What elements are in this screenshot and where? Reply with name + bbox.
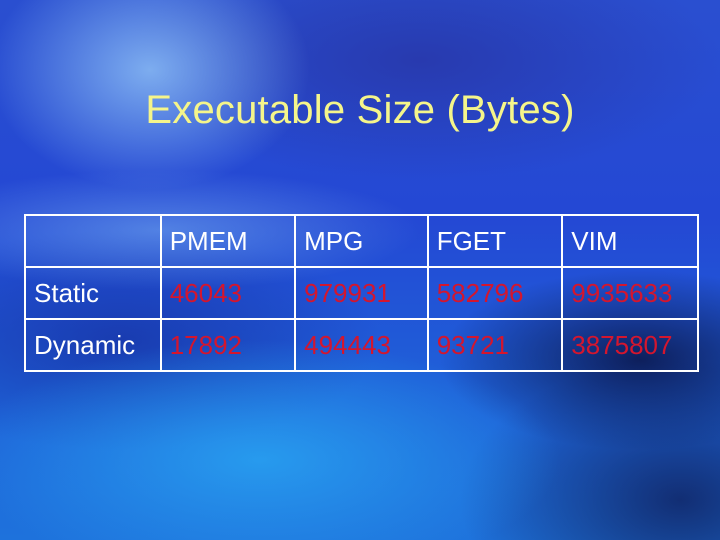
row-header-dynamic: Dynamic — [24, 318, 162, 372]
column-header-vim: VIM — [561, 214, 699, 268]
column-header-mpg: MPG — [294, 214, 429, 268]
cell-dynamic-fget: 93721 — [426, 318, 564, 372]
column-header-pmem: PMEM — [159, 214, 297, 268]
cell-static-mpg: 979931 — [294, 266, 429, 320]
cell-static-vim: 9935633 — [561, 266, 699, 320]
slide-title: Executable Size (Bytes) — [145, 88, 575, 132]
cell-static-fget: 582796 — [426, 266, 564, 320]
table-row-static: Static 46043 979931 582796 9935633 — [24, 266, 699, 320]
cell-dynamic-mpg: 494443 — [294, 318, 429, 372]
table-row-dynamic: Dynamic 17892 494443 93721 3875807 — [24, 318, 699, 372]
cell-dynamic-pmem: 17892 — [159, 318, 297, 372]
column-header-fget: FGET — [426, 214, 564, 268]
cell-dynamic-vim: 3875807 — [561, 318, 699, 372]
row-header-static: Static — [24, 266, 162, 320]
executable-size-table: PMEM MPG FGET VIM Static 46043 979931 58… — [24, 214, 699, 372]
corner-cell — [24, 214, 162, 268]
table-header-row: PMEM MPG FGET VIM — [24, 214, 699, 268]
cell-static-pmem: 46043 — [159, 266, 297, 320]
